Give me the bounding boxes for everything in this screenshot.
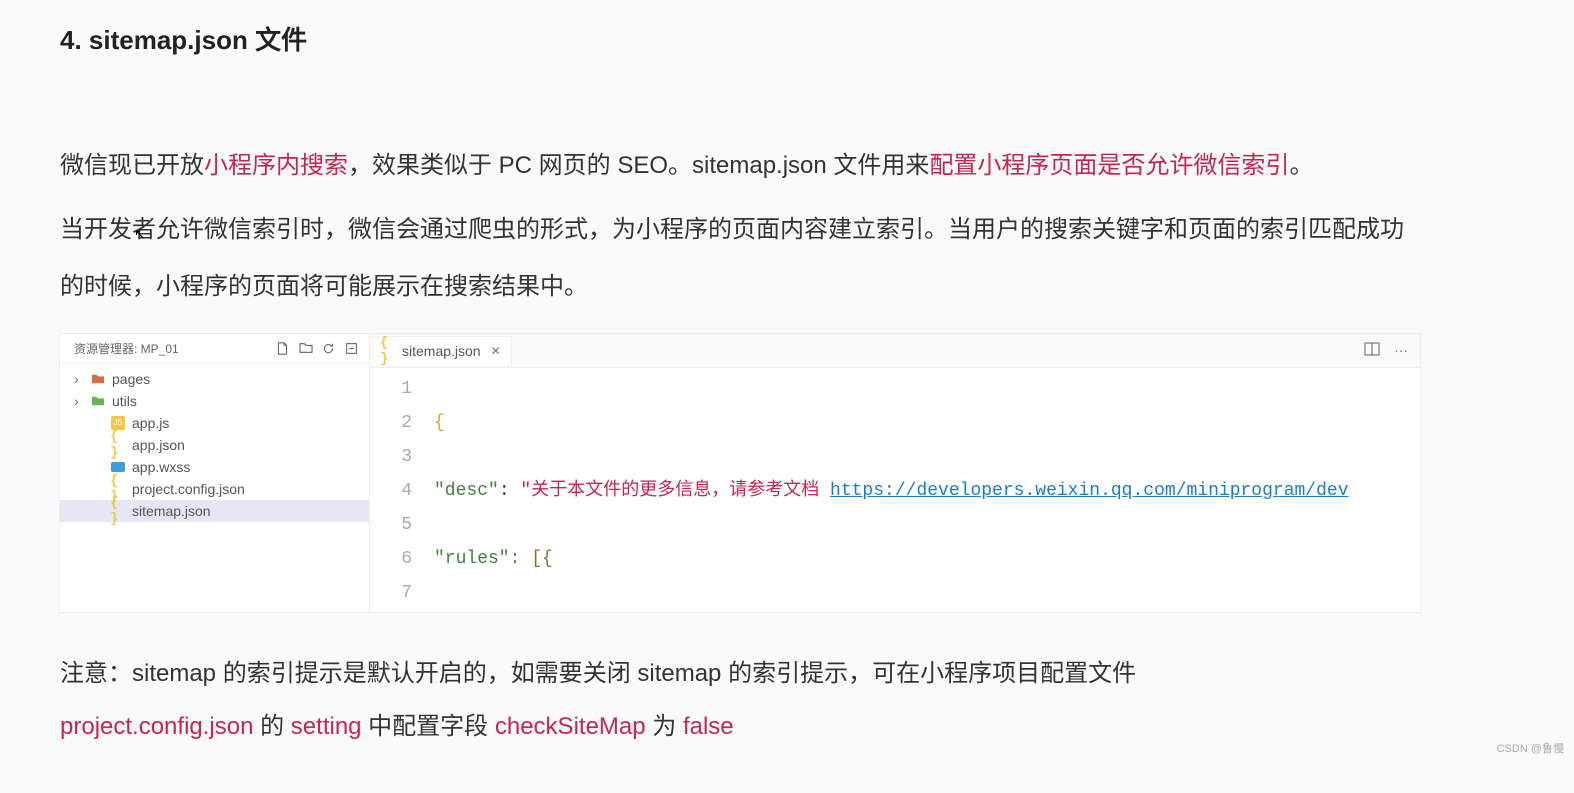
code-view: 1234567 { "desc": "关于本文件的更多信息，请参考文档 http… — [370, 368, 1420, 612]
explorer-header: 资源管理器: MP_01 — [60, 334, 369, 364]
tree-item-sitemap-json[interactable]: { } sitemap.json — [60, 500, 369, 522]
p1-r1: 小程序内搜索 — [204, 152, 348, 179]
chevron-icon: › — [74, 393, 84, 409]
p1-t2: ，效果类似于 PC 网页的 SEO。sitemap.json 文件用来 — [348, 152, 929, 179]
fn-t4: 为 — [646, 713, 683, 740]
line-number: 1 — [370, 372, 412, 406]
fn-t2: 的 — [253, 713, 290, 740]
fn-t3: 中配置字段 — [362, 713, 495, 740]
tree-item-label: sitemap.json — [132, 503, 211, 519]
code-l2-colon: : — [499, 474, 521, 508]
split-editor-icon[interactable] — [1364, 342, 1380, 359]
ide-screenshot: 资源管理器: MP_01 › pages › utils JSapp.js { } app.… — [60, 334, 1420, 612]
fn-r2: setting — [291, 713, 362, 740]
paragraph-2: 当开发者允许微信索引时，微信会通过爬虫的形式，为小程序的页面内容建立索引。当用户… — [60, 201, 1420, 316]
tree-item-app-js[interactable]: JSapp.js — [60, 412, 369, 434]
line-number: 6 — [370, 542, 412, 576]
tree-item-label: utils — [112, 393, 137, 409]
close-icon[interactable]: ✕ — [491, 344, 501, 358]
tree-item-project-config-json[interactable]: { }project.config.json — [60, 478, 369, 500]
tree-item-label: project.config.json — [132, 481, 245, 497]
code-l3-rest: : [{ — [510, 542, 553, 576]
line-number: 3 — [370, 440, 412, 474]
tree-item-label: app.json — [132, 437, 185, 453]
tree-item-label: app.js — [132, 415, 169, 431]
p1-t1: 微信现已开放 — [60, 152, 204, 179]
code-l4-comma: , — [618, 610, 629, 612]
explorer-panel: 资源管理器: MP_01 › pages › utils JSapp.js { } app.… — [60, 334, 370, 612]
tree-item-pages[interactable]: › pages — [60, 368, 369, 390]
p1-r2: 配置小程序页面是否允许微信索引 — [929, 152, 1289, 179]
tree-item-label: pages — [112, 371, 150, 387]
json-icon: { } — [110, 503, 126, 519]
fn-r1: project.config.json — [60, 713, 253, 740]
new-file-icon[interactable] — [275, 341, 290, 356]
collapse-icon[interactable] — [344, 341, 359, 356]
tab-bar: { } sitemap.json ✕ ··· — [370, 334, 1420, 368]
json-icon: { } — [110, 437, 126, 453]
more-icon[interactable]: ··· — [1394, 342, 1408, 359]
tree-item-utils[interactable]: › utils — [60, 390, 369, 412]
p1-t3: 。 — [1289, 152, 1313, 179]
folder-icon — [90, 371, 106, 387]
code-l4-key: "action" — [434, 610, 520, 612]
folder-icon — [90, 393, 106, 409]
code-l1: { — [434, 406, 445, 440]
editor-area: { } sitemap.json ✕ ··· 1234567 { "desc":… — [370, 334, 1420, 612]
new-folder-icon[interactable] — [298, 341, 313, 356]
json-icon: { } — [380, 343, 396, 359]
line-number: 2 — [370, 406, 412, 440]
code-l3-key: "rules" — [434, 542, 510, 576]
code-l2-key: "desc" — [434, 474, 499, 508]
file-tree: › pages › utils JSapp.js { } app.json app.wxss {… — [60, 364, 369, 526]
fn-r4: false — [683, 713, 734, 740]
tab-label: sitemap.json — [402, 343, 481, 359]
watermark: CSDN @鲁慢 — [1497, 740, 1564, 756]
explorer-title: 资源管理器: MP_01 — [74, 340, 267, 357]
footer-note: 注意：sitemap 的索引提示是默认开启的，如需要关闭 sitemap 的索引… — [60, 648, 1420, 754]
tree-item-app-json[interactable]: { } app.json — [60, 434, 369, 456]
tab-sitemap[interactable]: { } sitemap.json ✕ — [370, 336, 512, 365]
code-l2-link[interactable]: https://developers.weixin.qq.com/minipro… — [830, 474, 1348, 508]
code-lines: { "desc": "关于本文件的更多信息，请参考文档 https://deve… — [430, 372, 1420, 612]
section-heading: 4. sitemap.json 文件 — [60, 20, 1514, 57]
tree-item-label: app.wxss — [132, 459, 190, 475]
gutter: 1234567 — [370, 372, 430, 612]
line-number: 4 — [370, 474, 412, 508]
line-number: 7 — [370, 576, 412, 610]
fn-t1: 注意：sitemap 的索引提示是默认开启的，如需要关闭 sitemap 的索引… — [60, 660, 1136, 687]
cursor-icon: ↖ — [134, 226, 146, 243]
refresh-icon[interactable] — [321, 341, 336, 356]
tree-item-app-wxss[interactable]: app.wxss — [60, 456, 369, 478]
fn-r3: checkSiteMap — [495, 713, 646, 740]
code-l4-val: "allow" — [542, 610, 618, 612]
code-l2-str: "关于本文件的更多信息，请参考文档 — [520, 474, 830, 508]
paragraph-1: 微信现已开放小程序内搜索，效果类似于 PC 网页的 SEO。sitemap.js… — [60, 137, 1420, 195]
chevron-icon: › — [74, 371, 84, 387]
line-number: 5 — [370, 508, 412, 542]
